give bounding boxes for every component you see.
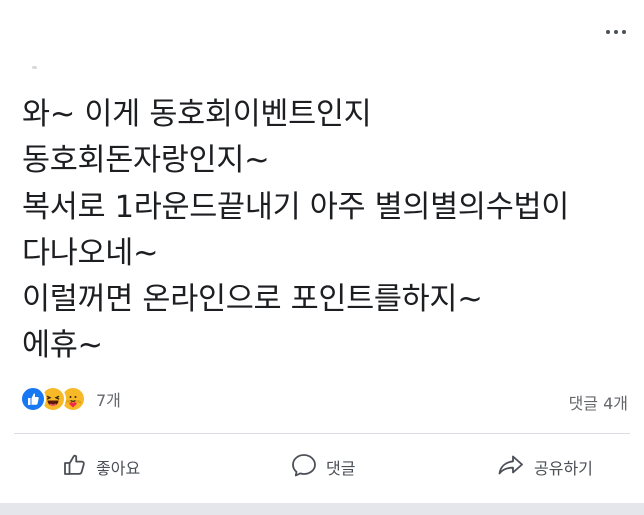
like-button[interactable]: 좋아요 bbox=[62, 446, 140, 488]
post-line: 복서로 1라운드끝내기 아주 별의별의수법이 bbox=[22, 189, 569, 225]
post-line: 다나오네~ bbox=[22, 235, 159, 271]
thumbs-up-icon bbox=[62, 452, 88, 482]
share-label: 공유하기 bbox=[534, 459, 593, 478]
share-arrow-icon bbox=[496, 452, 526, 482]
comment-count-link[interactable]: 댓글 4개 bbox=[569, 390, 628, 414]
post-card: 와~ 이게 동호회이벤트인지 동호회돈자랑인지~ 복서로 1라운드끝내기 아주 … bbox=[0, 0, 644, 515]
comment-bubble-icon bbox=[290, 452, 318, 482]
more-dot bbox=[606, 30, 610, 34]
more-dot bbox=[622, 30, 626, 34]
action-divider bbox=[14, 433, 630, 434]
post-line: 와~ 이게 동호회이벤트인지 bbox=[22, 97, 372, 132]
header-remnant bbox=[32, 66, 37, 69]
post-body: 와~ 이게 동호회이벤트인지 동호회돈자랑인지~ 복서로 1라운드끝내기 아주 … bbox=[22, 92, 632, 370]
comment-label: 댓글 bbox=[326, 459, 356, 478]
action-bar: 좋아요 댓글 공유하기 bbox=[0, 446, 644, 488]
share-button[interactable]: 공유하기 bbox=[496, 446, 593, 488]
feed-separator bbox=[0, 503, 644, 515]
more-dot bbox=[614, 30, 618, 34]
post-line: 에휴~ bbox=[22, 328, 103, 364]
comment-button[interactable]: 댓글 bbox=[290, 446, 355, 488]
reaction-summary[interactable]: 7개 bbox=[20, 386, 121, 412]
post-line: 이럴꺼면 온라인으로 포인트를하지~ bbox=[22, 282, 483, 318]
more-options-button[interactable] bbox=[598, 22, 634, 42]
like-label: 좋아요 bbox=[96, 459, 141, 478]
like-reaction-icon bbox=[20, 386, 46, 412]
post-line: 동호회돈자랑인지~ bbox=[22, 143, 270, 179]
reaction-count: 7개 bbox=[96, 391, 121, 410]
